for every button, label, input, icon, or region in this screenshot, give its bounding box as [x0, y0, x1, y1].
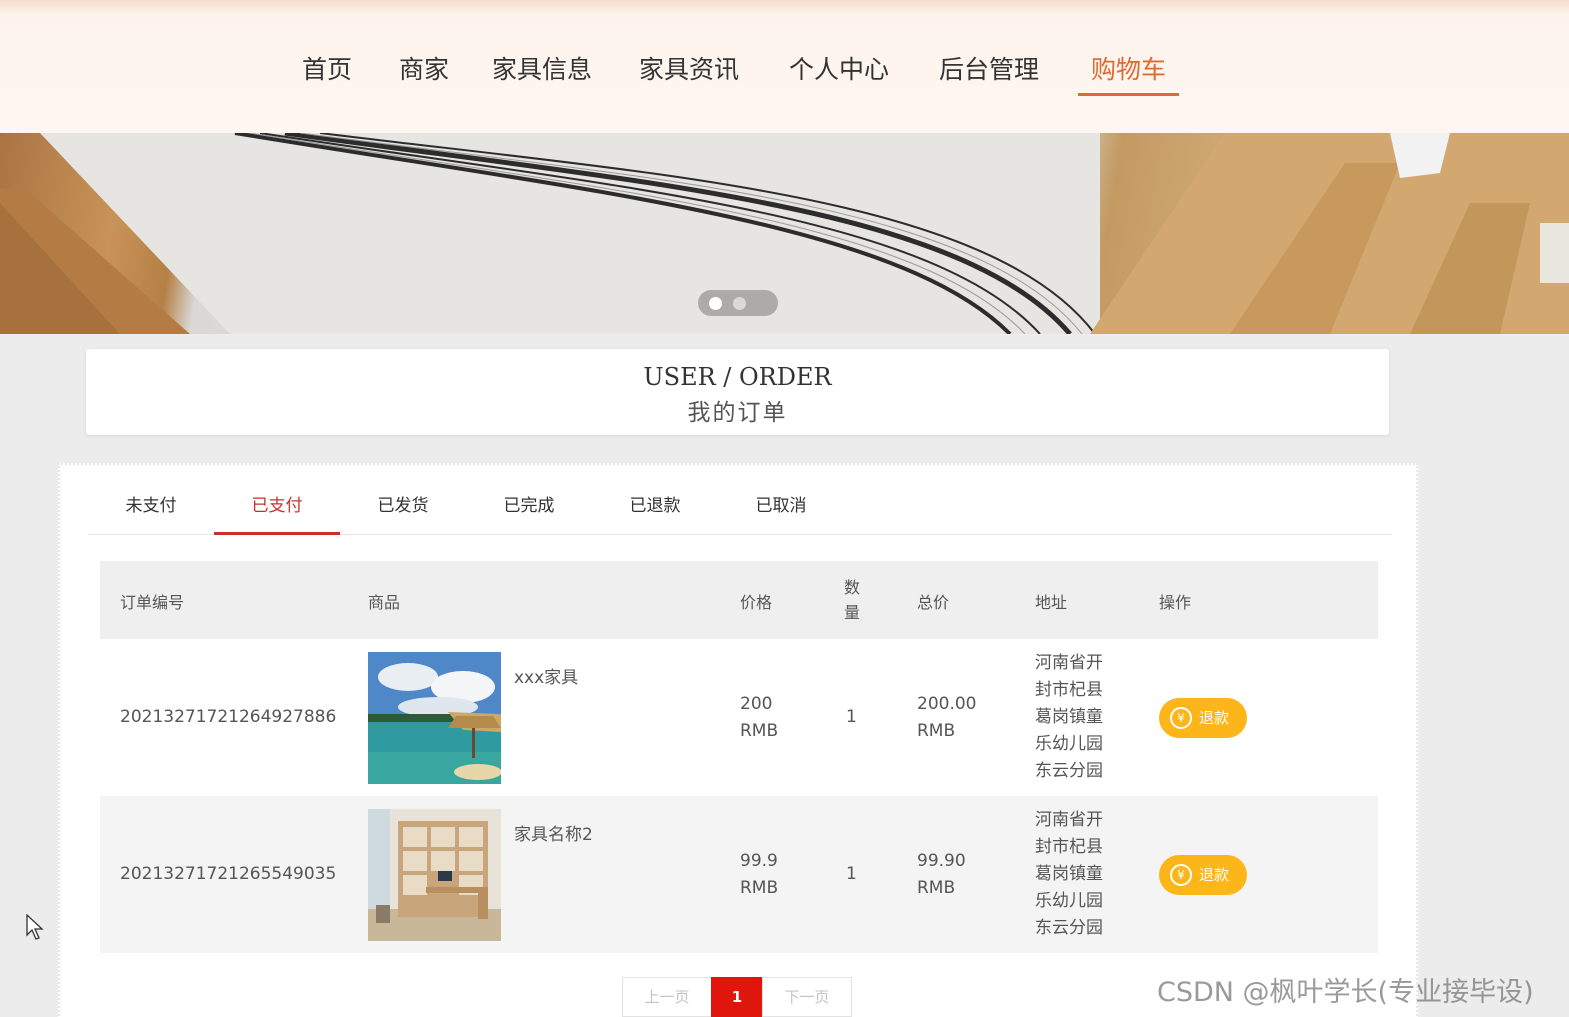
price: 99.9 RMB	[740, 848, 778, 902]
order-number: 20213271721265549035	[120, 864, 337, 884]
column-header-qty: 数量	[844, 578, 861, 622]
column-header-price: 价格	[740, 593, 773, 612]
address-line: 封市杞县	[1035, 680, 1103, 700]
address-line: 河南省开	[1035, 810, 1103, 830]
total-price: 99.90 RMB	[917, 848, 966, 902]
tab-shipped[interactable]: 已发货	[340, 479, 466, 535]
carousel-dot-2[interactable]	[733, 297, 746, 310]
total-unit: RMB	[917, 878, 956, 898]
product-image[interactable]	[368, 652, 501, 784]
quantity: 1	[846, 707, 857, 727]
next-page-button[interactable]: 下一页	[762, 977, 852, 1017]
hero-banner	[0, 133, 1569, 334]
banner-bed-image	[0, 133, 1569, 334]
shipping-address: 河南省开 封市杞县 葛岗镇童 乐幼儿园 东云分园	[1035, 807, 1103, 942]
nav-item-merchants[interactable]: 商家	[399, 48, 449, 96]
total-price: 200.00 RMB	[917, 691, 976, 745]
address-line: 东云分园	[1035, 761, 1103, 781]
order-status-tabs: 未支付 已支付 已发货 已完成 已退款 已取消	[88, 479, 1392, 535]
yen-icon: ¥	[1170, 864, 1192, 886]
main-nav: 首页 商家 家具信息 家具资讯 个人中心 后台管理 购物车	[0, 48, 1569, 98]
tab-paid[interactable]: 已支付	[214, 479, 340, 535]
tab-cancelled[interactable]: 已取消	[718, 479, 844, 535]
nav-item-furniture-news[interactable]: 家具资讯	[639, 48, 739, 96]
address-line: 乐幼儿园	[1035, 734, 1103, 754]
nav-item-home[interactable]: 首页	[302, 48, 352, 96]
total-value: 99.90	[917, 851, 966, 871]
column-header-product: 商品	[368, 593, 401, 612]
beach-hut-image	[368, 652, 501, 784]
product-image[interactable]	[368, 809, 501, 941]
orders-table: 订单编号 商品 价格 数量 总价 地址 操作 20213271721264927…	[100, 561, 1378, 953]
page-title-en: USER / ORDER	[643, 363, 832, 391]
product-name[interactable]: 家具名称2	[514, 822, 593, 849]
tab-refunded[interactable]: 已退款	[592, 479, 718, 535]
table-row: 20213271721264927886 xxx家具 200 RMB 1 200…	[100, 639, 1378, 796]
table-row: 20213271721265549035 家具名称2 99.9 RMB 1 99…	[100, 796, 1378, 953]
orders-panel: 未支付 已支付 已发货 已完成 已退款 已取消 订单编号 商品 价格 数量 总价…	[58, 463, 1418, 1017]
shipping-address: 河南省开 封市杞县 葛岗镇童 乐幼儿园 东云分园	[1035, 650, 1103, 785]
page-heading-card: USER / ORDER 我的订单	[86, 349, 1389, 435]
column-header-order-no: 订单编号	[120, 593, 185, 612]
address-line: 葛岗镇童	[1035, 707, 1103, 727]
page-number-current[interactable]: 1	[711, 977, 763, 1017]
nav-item-admin[interactable]: 后台管理	[939, 48, 1039, 96]
refund-button[interactable]: ¥ 退款	[1159, 855, 1247, 895]
address-line: 河南省开	[1035, 653, 1103, 673]
yen-icon: ¥	[1170, 707, 1192, 729]
table-header: 订单编号 商品 价格 数量 总价 地址 操作	[100, 561, 1378, 639]
refund-button[interactable]: ¥ 退款	[1159, 698, 1247, 738]
carousel-indicators	[698, 290, 778, 316]
column-header-action: 操作	[1159, 593, 1192, 612]
price-value: 99.9	[740, 851, 778, 871]
refund-button-label: 退款	[1199, 866, 1230, 884]
nav-item-personal-center[interactable]: 个人中心	[789, 48, 889, 96]
address-line: 封市杞县	[1035, 837, 1103, 857]
tab-completed[interactable]: 已完成	[466, 479, 592, 535]
nav-item-furniture-info[interactable]: 家具信息	[492, 48, 592, 96]
prev-page-button[interactable]: 上一页	[622, 977, 712, 1017]
refund-button-label: 退款	[1199, 709, 1230, 727]
order-number: 20213271721264927886	[120, 707, 337, 727]
tab-unpaid[interactable]: 未支付	[88, 479, 214, 535]
watermark: CSDN @枫叶学长(专业接毕设)	[1157, 977, 1534, 1008]
nav-item-cart[interactable]: 购物车	[1078, 48, 1180, 96]
address-line: 乐幼儿园	[1035, 891, 1103, 911]
column-header-address: 地址	[1035, 593, 1068, 612]
quantity: 1	[846, 864, 857, 884]
price-unit: RMB	[740, 721, 779, 741]
product-name[interactable]: xxx家具	[514, 665, 578, 692]
address-line: 东云分园	[1035, 918, 1103, 938]
mouse-cursor-icon	[26, 914, 44, 940]
carousel-dot-1[interactable]	[709, 297, 722, 310]
page-title-zh: 我的订单	[687, 400, 788, 426]
price-value: 200	[740, 694, 773, 714]
total-value: 200.00	[917, 694, 977, 714]
total-unit: RMB	[917, 721, 956, 741]
price-unit: RMB	[740, 878, 779, 898]
price: 200 RMB	[740, 691, 778, 745]
bookshelf-room-image	[368, 809, 501, 941]
top-navigation-bar: 首页 商家 家具信息 家具资讯 个人中心 后台管理 购物车	[0, 0, 1569, 133]
address-line: 葛岗镇童	[1035, 864, 1103, 884]
column-header-total: 总价	[917, 593, 950, 612]
